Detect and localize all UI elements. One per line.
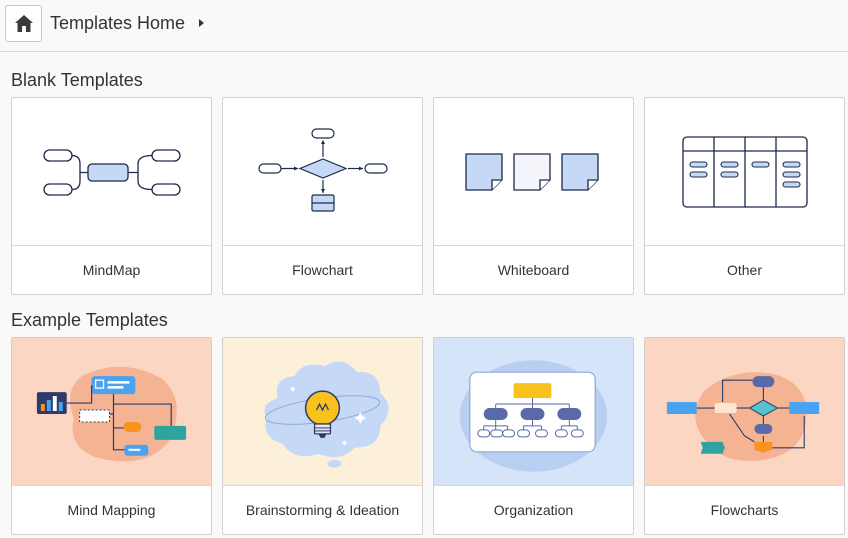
card-label: Whiteboard <box>497 262 570 278</box>
caret-right-icon[interactable] <box>199 19 204 27</box>
whiteboard-icon <box>464 152 599 191</box>
template-card-brainstorming[interactable]: Brainstorming & Ideation <box>222 337 423 535</box>
card-label: Other <box>726 262 762 278</box>
whiteboard-thumbnail <box>434 98 633 246</box>
lightbulb-illustration <box>264 360 389 468</box>
mindmap-icon <box>42 148 181 196</box>
card-label: Organization <box>493 502 574 518</box>
org-chart-illustration <box>459 359 608 472</box>
top-bar: Templates Home <box>0 0 848 52</box>
card-label: Mind Mapping <box>67 502 156 518</box>
breadcrumb-templates-home[interactable]: Templates Home <box>50 13 185 34</box>
flowchart-icon <box>257 127 388 212</box>
flowcharts-thumbnail <box>645 338 844 486</box>
mind-mapping-thumbnail <box>12 338 211 486</box>
card-label: Brainstorming & Ideation <box>245 502 400 518</box>
example-templates-heading: Example Templates <box>11 310 168 330</box>
template-card-mindmap[interactable]: MindMap <box>11 97 212 295</box>
flowchart-thumbnail <box>223 98 422 246</box>
template-card-whiteboard[interactable]: Whiteboard <box>433 97 634 295</box>
template-card-flowcharts[interactable]: Flowcharts <box>644 337 845 535</box>
home-icon <box>14 15 33 32</box>
mind-mapping-illustration <box>36 366 187 461</box>
card-label: MindMap <box>82 262 141 278</box>
card-label: Flowchart <box>292 262 353 278</box>
other-thumbnail <box>645 98 844 246</box>
template-card-flowchart[interactable]: Flowchart <box>222 97 423 295</box>
organization-thumbnail <box>434 338 633 486</box>
flowcharts-illustration <box>666 371 820 461</box>
table-board-icon <box>681 135 808 208</box>
blank-templates-heading: Blank Templates <box>11 70 143 90</box>
card-label: Flowcharts <box>710 502 779 518</box>
template-card-organization[interactable]: Organization <box>433 337 634 535</box>
template-card-mind-mapping[interactable]: Mind Mapping <box>11 337 212 535</box>
template-card-other[interactable]: Other <box>644 97 845 295</box>
home-button[interactable] <box>5 5 42 42</box>
mindmap-thumbnail <box>12 98 211 246</box>
brainstorming-thumbnail <box>223 338 422 486</box>
